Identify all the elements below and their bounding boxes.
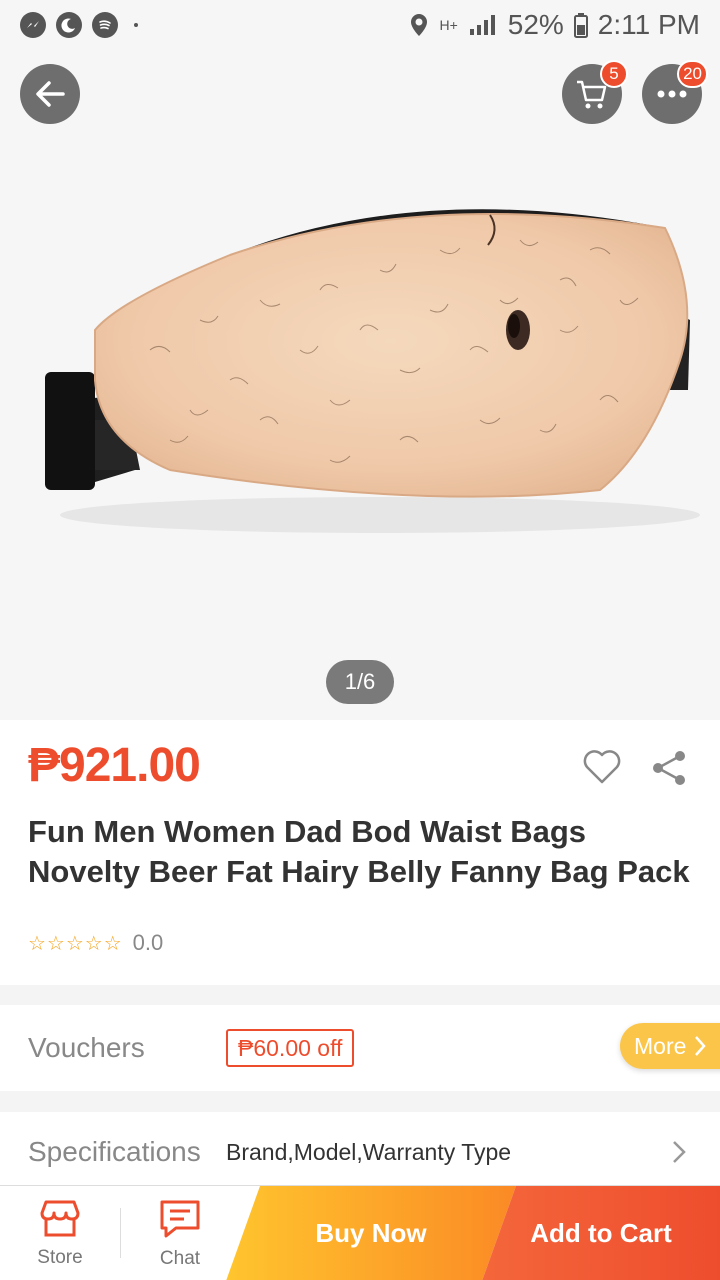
arrow-left-icon <box>36 81 65 107</box>
rating-stars-icon: ☆☆☆☆☆ <box>28 932 123 955</box>
bottom-action-bar: Store Chat Buy Now Add to Cart <box>0 1185 720 1280</box>
notification-count-badge: 20 <box>677 60 708 88</box>
add-to-cart-label: Add to Cart <box>530 1218 672 1248</box>
battery-percent: 52% <box>507 9 564 40</box>
back-button[interactable] <box>20 64 80 124</box>
clock: 2:11 PM <box>597 9 700 40</box>
messenger-icon <box>20 12 46 38</box>
network-type: H+ <box>439 17 458 33</box>
store-label: Store <box>37 1246 83 1268</box>
more-dots-icon <box>657 90 687 98</box>
more-vouchers-button[interactable]: More <box>620 1023 720 1069</box>
location-icon <box>411 14 428 36</box>
chat-tab[interactable]: Chat <box>120 1186 240 1280</box>
product-price: ₱921.00 <box>28 739 201 792</box>
voucher-tag[interactable]: ₱60.00 off <box>226 1029 355 1067</box>
specifications-row[interactable]: Specifications Brand,Model,Warranty Type <box>0 1112 720 1192</box>
product-rating[interactable]: ☆☆☆☆☆ 0.0 <box>28 930 163 956</box>
specifications-label: Specifications <box>28 1136 201 1167</box>
spotify-icon <box>92 12 118 38</box>
product-info-section: ₱921.00 Fun Men Women Dad Bod Waist Bags… <box>0 720 720 985</box>
image-pager-indicator: 1/6 <box>326 660 394 704</box>
share-button[interactable] <box>650 748 690 793</box>
heart-icon <box>583 750 621 784</box>
chevron-right-icon <box>695 1036 707 1056</box>
specifications-value: Brand,Model,Warranty Type <box>226 1139 512 1165</box>
product-image-gallery[interactable]: 5 20 1/6 <box>0 0 720 720</box>
status-bar: H+ 52% 2:11 PM <box>0 0 720 50</box>
notification-dot-icon <box>134 23 138 27</box>
add-to-cart-button[interactable]: Add to Cart <box>482 1186 720 1280</box>
chat-icon <box>160 1200 200 1237</box>
more-vouchers-label: More <box>634 1032 687 1059</box>
cart-count-badge: 5 <box>600 60 628 88</box>
rating-value: 0.0 <box>132 930 164 955</box>
product-title: Fun Men Women Dad Bod Waist Bags Novelty… <box>28 814 690 889</box>
night-mode-icon <box>56 12 82 38</box>
store-icon <box>40 1200 80 1236</box>
store-tab[interactable]: Store <box>0 1186 120 1280</box>
cart-button[interactable]: 5 <box>562 60 628 124</box>
vouchers-label: Vouchers <box>28 1032 145 1063</box>
more-options-button[interactable]: 20 <box>642 60 708 124</box>
wishlist-button[interactable] <box>582 748 622 791</box>
buy-now-button[interactable]: Buy Now <box>226 1186 516 1280</box>
share-icon <box>653 751 685 785</box>
buy-now-label: Buy Now <box>315 1218 427 1248</box>
chevron-right-icon <box>673 1141 686 1163</box>
battery-icon <box>573 13 588 38</box>
chat-label: Chat <box>159 1247 201 1269</box>
vouchers-row[interactable]: Vouchers ₱60.00 off More <box>0 1005 720 1091</box>
signal-icon <box>469 15 495 35</box>
